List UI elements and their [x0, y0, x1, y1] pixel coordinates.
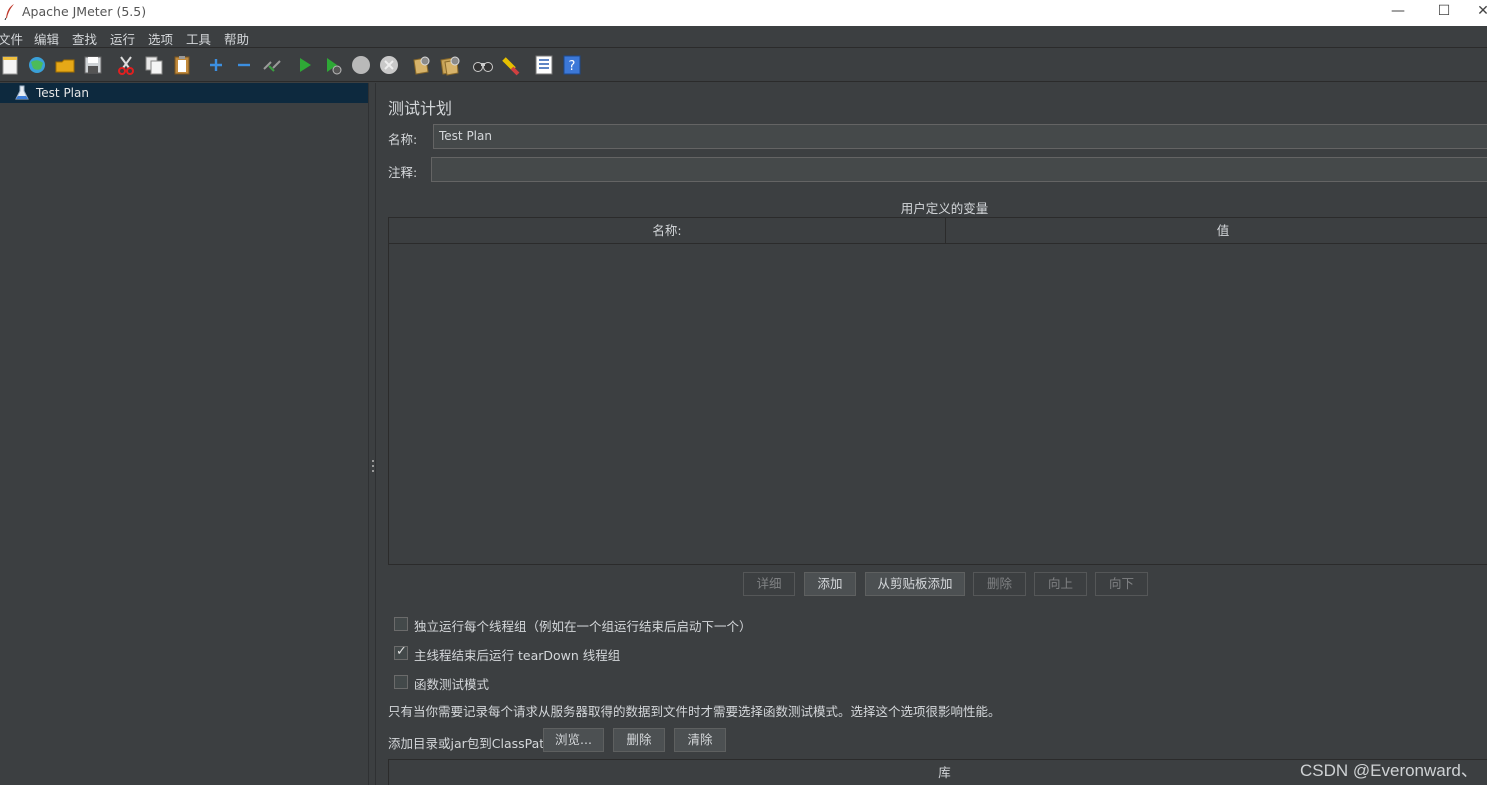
menu-tools[interactable]: 工具	[186, 29, 211, 48]
open-icon[interactable]	[54, 54, 76, 76]
checkbox-label: 主线程结束后运行 tearDown 线程组	[414, 648, 621, 663]
checkmark-icon: ✓	[396, 644, 407, 659]
add-from-clipboard-button[interactable]: 从剪贴板添加	[865, 572, 965, 596]
name-label: 名称:	[388, 132, 418, 147]
window-title: Apache JMeter (5.5)	[22, 4, 147, 19]
cut-icon[interactable]	[115, 54, 137, 76]
column-header-name[interactable]: 名称:	[389, 218, 946, 244]
user-variables-table[interactable]: 名称: 值	[388, 217, 1487, 565]
templates-icon[interactable]	[26, 54, 48, 76]
page-title: 测试计划	[388, 99, 453, 118]
tree-item-label: Test Plan	[36, 86, 89, 100]
minimize-button[interactable]: —	[1383, 2, 1413, 22]
search-icon[interactable]	[472, 54, 494, 76]
svg-text:?: ?	[569, 59, 576, 74]
menu-help[interactable]: 帮助	[224, 29, 249, 48]
menu-edit[interactable]: 编辑	[34, 29, 59, 48]
move-down-button[interactable]: 向下	[1095, 572, 1148, 596]
start-no-pauses-icon[interactable]	[322, 54, 344, 76]
checkbox-box[interactable]	[394, 617, 408, 631]
classpath-clear-button[interactable]: 清除	[674, 728, 726, 752]
collapse-icon[interactable]	[233, 54, 255, 76]
tree-item-test-plan[interactable]: Test Plan	[0, 83, 368, 103]
functional-mode-note: 只有当你需要记录每个请求从服务器取得的数据到文件时才需要选择函数测试模式。选择这…	[388, 704, 1001, 719]
start-icon[interactable]	[294, 54, 316, 76]
function-helper-icon[interactable]	[533, 54, 555, 76]
checkbox-box[interactable]	[394, 675, 408, 689]
splitter-grip	[372, 470, 374, 472]
splitter-grip	[372, 460, 374, 462]
delete-button[interactable]: 删除	[973, 572, 1026, 596]
stop-icon[interactable]	[350, 54, 372, 76]
menu-run[interactable]: 运行	[110, 29, 135, 48]
test-plan-panel: 测试计划 名称: Test Plan 注释: 用户定义的变量 名称: 值 详细 …	[376, 83, 1487, 785]
move-up-button[interactable]: 向上	[1034, 572, 1087, 596]
column-header-value[interactable]: 值	[946, 218, 1487, 244]
shutdown-icon[interactable]	[378, 54, 400, 76]
checkbox-box[interactable]: ✓	[394, 644, 408, 660]
new-icon[interactable]	[0, 54, 22, 76]
toggle-icon[interactable]	[261, 54, 283, 76]
comment-label: 注释:	[388, 165, 418, 180]
classpath-label: 添加目录或jar包到ClassPath	[388, 736, 553, 751]
detail-button[interactable]: 详细	[743, 572, 795, 596]
classpath-delete-button[interactable]: 删除	[613, 728, 665, 752]
menu-bar: 文件 编辑 查找 运行 选项 工具 帮助	[0, 26, 1487, 48]
checkbox-label: 独立运行每个线程组（例如在一个组运行结束后启动下一个）	[414, 619, 752, 634]
watermark: CSDN @Everonward、	[1300, 761, 1478, 780]
name-field[interactable]: Test Plan	[433, 124, 1487, 149]
copy-icon[interactable]	[143, 54, 165, 76]
add-button[interactable]: 添加	[804, 572, 856, 596]
menu-options[interactable]: 选项	[148, 29, 173, 48]
user-variables-title: 用户定义的变量	[900, 201, 989, 216]
checkbox-label: 函数测试模式	[414, 677, 490, 692]
menu-search[interactable]: 查找	[72, 29, 97, 48]
clear-all-icon[interactable]	[438, 54, 460, 76]
toolbar: ?	[0, 48, 1487, 82]
browse-button[interactable]: 浏览...	[543, 728, 604, 752]
paste-icon[interactable]	[171, 54, 193, 76]
jmeter-feather-icon	[4, 4, 14, 20]
comment-field[interactable]	[431, 157, 1487, 182]
save-icon[interactable]	[82, 54, 104, 76]
title-bar: Apache JMeter (5.5) — ☐ ✕	[0, 0, 1487, 26]
maximize-button[interactable]: ☐	[1429, 2, 1459, 22]
close-button[interactable]: ✕	[1468, 2, 1487, 22]
flask-icon	[15, 85, 29, 100]
clear-icon[interactable]	[410, 54, 432, 76]
help-icon[interactable]: ?	[561, 54, 583, 76]
reset-search-icon[interactable]	[500, 54, 522, 76]
expand-icon[interactable]	[205, 54, 227, 76]
menu-file[interactable]: 文件	[0, 29, 23, 48]
test-plan-tree: Test Plan	[0, 83, 368, 785]
splitter-grip	[372, 465, 374, 467]
split-pane-divider[interactable]	[368, 83, 376, 785]
